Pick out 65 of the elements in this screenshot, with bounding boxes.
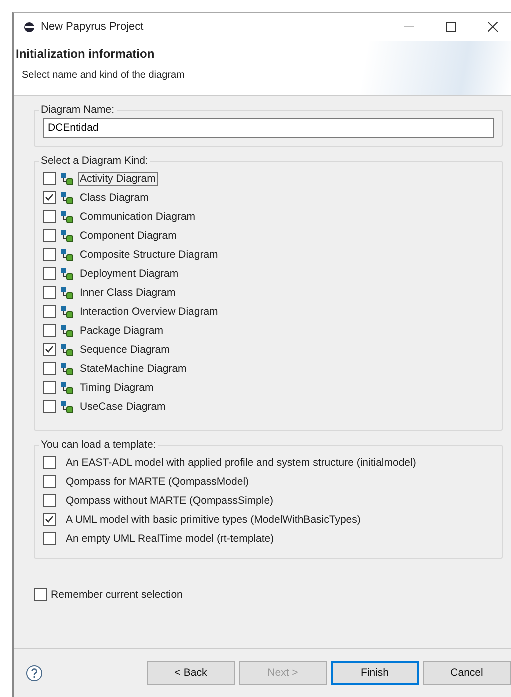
- diagram-icon: [60, 190, 74, 204]
- diagram-icon: [60, 266, 74, 280]
- diagram-icon: [60, 304, 74, 318]
- option-label[interactable]: Activity Diagram: [78, 172, 158, 186]
- checkbox[interactable]: [43, 513, 56, 526]
- checkbox[interactable]: [43, 229, 56, 242]
- option-label[interactable]: Composite Structure Diagram: [78, 248, 220, 262]
- checkbox[interactable]: [43, 191, 56, 204]
- option-label[interactable]: An empty UML RealTime model (rt-template): [64, 532, 276, 546]
- checkbox[interactable]: [43, 210, 56, 223]
- diagram-icon: [60, 210, 74, 224]
- option-label[interactable]: Deployment Diagram: [78, 266, 181, 280]
- page-subtitle: Select name and kind of the diagram: [21, 70, 186, 81]
- option-label[interactable]: An EAST-ADL model with applied profile and system structure (initialmodel): [64, 456, 418, 470]
- diagram-icon: [60, 248, 74, 262]
- checkbox[interactable]: [43, 343, 56, 356]
- maximize-icon[interactable]: [446, 22, 456, 32]
- checkbox[interactable]: [43, 267, 56, 280]
- checkbox[interactable]: [34, 588, 47, 601]
- diagram-icon: [60, 324, 74, 338]
- option-label[interactable]: Inner Class Diagram: [78, 286, 178, 300]
- window-title: New Papyrus Project: [41, 21, 145, 33]
- dialog-button[interactable]: Finish: [331, 661, 419, 685]
- option-label[interactable]: Communication Diagram: [78, 210, 198, 224]
- checkbox[interactable]: [43, 324, 56, 337]
- diagram-icon: [60, 362, 74, 376]
- checkbox[interactable]: [43, 456, 56, 469]
- checkbox[interactable]: [43, 475, 56, 488]
- checkbox[interactable]: [43, 494, 56, 507]
- option-label[interactable]: Timing Diagram: [78, 380, 156, 394]
- checkbox[interactable]: [43, 286, 56, 299]
- checkbox[interactable]: [43, 400, 56, 413]
- diagram-icon: [60, 342, 74, 356]
- dialog-button[interactable]: Cancel: [423, 661, 511, 685]
- option-label[interactable]: StateMachine Diagram: [78, 362, 189, 376]
- option-label[interactable]: Remember current selection: [49, 588, 185, 602]
- option-label[interactable]: A UML model with basic primitive types (ModelWithBasicTypes): [64, 512, 363, 526]
- option-label[interactable]: Qompass without MARTE (QompassSimple): [64, 494, 276, 508]
- option-label[interactable]: Package Diagram: [78, 324, 166, 338]
- diagram-name-field[interactable]: DCEntidad: [43, 118, 494, 138]
- diagram-icon: [60, 228, 74, 242]
- diagram-icon: [60, 172, 74, 186]
- option-label[interactable]: Sequence Diagram: [78, 342, 172, 356]
- checkbox[interactable]: [43, 172, 56, 185]
- checkbox[interactable]: [43, 248, 56, 261]
- diagram-icon: [60, 400, 74, 414]
- help-icon[interactable]: [26, 664, 43, 682]
- group-label: You can load a template:: [40, 439, 158, 451]
- option-label[interactable]: Qompass for MARTE (QompassModel): [64, 474, 252, 488]
- checkbox[interactable]: [43, 305, 56, 318]
- option-label[interactable]: Interaction Overview Diagram: [78, 304, 220, 318]
- option-label[interactable]: Component Diagram: [78, 228, 179, 242]
- checkbox[interactable]: [43, 362, 56, 375]
- option-label[interactable]: Class Diagram: [78, 190, 151, 204]
- page-title: Initialization information: [16, 47, 156, 61]
- checkbox[interactable]: [43, 381, 56, 394]
- checkbox[interactable]: [43, 532, 56, 545]
- option-label[interactable]: UseCase Diagram: [78, 400, 168, 414]
- diagram-icon: [60, 380, 74, 394]
- diagram-icon: [60, 286, 74, 300]
- group-label: Select a Diagram Kind:: [40, 155, 150, 167]
- group-label: Diagram Name:: [40, 104, 116, 116]
- app-icon: [24, 22, 35, 32]
- close-icon[interactable]: [488, 22, 498, 32]
- dialog-button[interactable]: < Back: [147, 661, 235, 685]
